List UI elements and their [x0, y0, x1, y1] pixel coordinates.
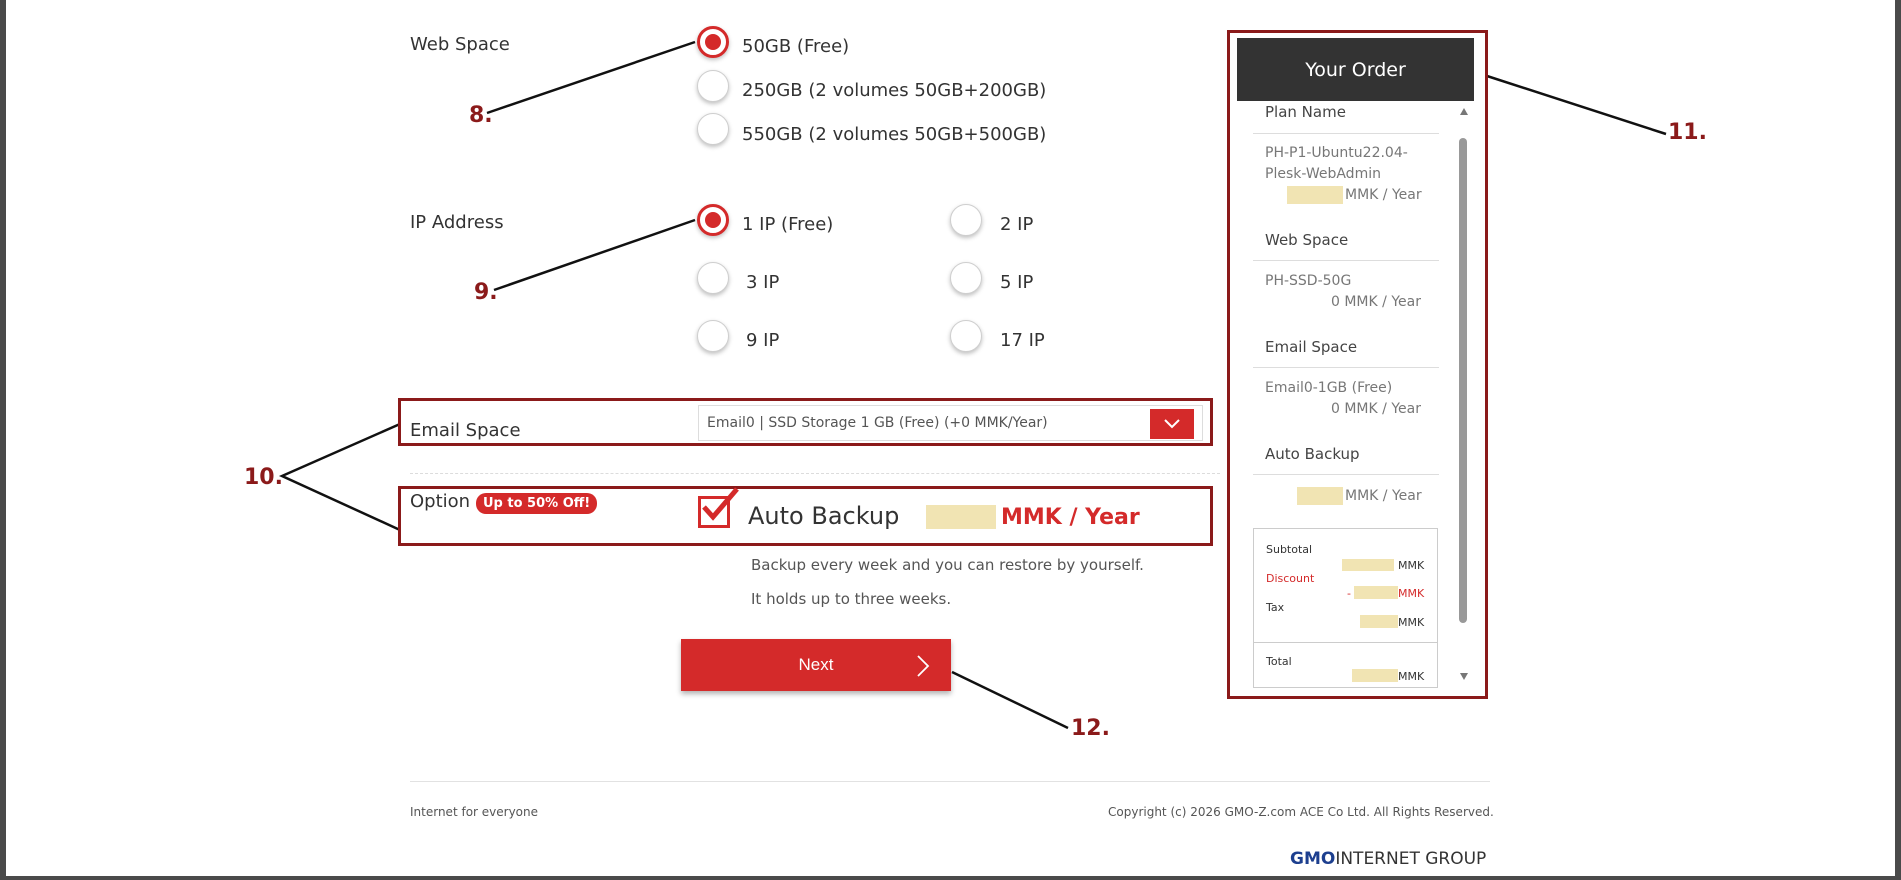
annotation-number: 12.: [1071, 716, 1110, 741]
order-totals-box: Subtotal MMK Discount - MMK Tax MMK Tota…: [1253, 528, 1438, 688]
order-auto-backup-price-redacted: [1297, 487, 1343, 505]
ip-option-label: 1 IP (Free): [742, 214, 834, 235]
order-auto-backup-label: Auto Backup: [1265, 445, 1360, 463]
tax-amount-redacted: [1360, 615, 1398, 628]
annotation-number: 8.: [469, 103, 493, 128]
order-email-space-value: Email0-1GB (Free): [1265, 380, 1393, 396]
order-plan-name-line1: PH-P1-Ubuntu22.04-: [1265, 145, 1408, 161]
discount-amount-redacted: [1354, 586, 1398, 599]
ip-radio-9[interactable]: [697, 320, 729, 352]
order-web-space-value: PH-SSD-50G: [1265, 273, 1352, 289]
auto-backup-retention: It holds up to three weeks.: [751, 590, 952, 608]
discount-label: Discount: [1266, 572, 1315, 585]
email-space-selected-value: Email0 | SSD Storage 1 GB (Free) (+0 MMK…: [707, 415, 1048, 431]
footer-tagline: Internet for everyone: [410, 805, 539, 819]
tax-label: Tax: [1266, 601, 1285, 614]
order-plan-price-redacted: [1287, 186, 1343, 204]
ip-radio-2[interactable]: [950, 204, 982, 236]
footer-copyright: Copyright (c) 2026 GMO-Z.com ACE Co Ltd.…: [1108, 805, 1494, 819]
web-space-option-label: 250GB (2 volumes 50GB+200GB): [742, 80, 1047, 101]
total-unit: MMK: [1398, 670, 1425, 683]
auto-backup-price-unit: MMK / Year: [1001, 505, 1140, 530]
annotation-number: 11.: [1668, 120, 1707, 145]
order-plan-name-line2: Plesk-WebAdmin: [1265, 166, 1381, 182]
total-label: Total: [1266, 655, 1292, 668]
order-auto-backup-price-unit: MMK / Year: [1345, 488, 1422, 504]
gmo-logo-mark: GMO: [1290, 849, 1336, 869]
subtotal-amount-redacted: [1342, 559, 1394, 571]
ip-option-label: 3 IP: [746, 272, 780, 293]
web-space-option-label: 50GB (Free): [742, 36, 850, 57]
ip-option-label: 9 IP: [746, 330, 780, 351]
order-email-space-price: 0 MMK / Year: [1331, 401, 1421, 417]
auto-backup-price-redacted: [926, 505, 996, 529]
ip-radio-1[interactable]: [697, 204, 729, 236]
ip-option-label: 5 IP: [1000, 272, 1034, 293]
web-space-radio-50gb[interactable]: [697, 26, 729, 58]
order-divider: [1253, 474, 1439, 475]
ip-option-label: 2 IP: [1000, 214, 1034, 235]
gmo-logo-text: INTERNET GROUP: [1335, 849, 1487, 869]
discount-badge: Up to 50% Off!: [476, 493, 598, 514]
total-amount-redacted: [1352, 669, 1398, 682]
auto-backup-description: Backup every week and you can restore by…: [751, 556, 1144, 574]
web-space-radio-250gb[interactable]: [697, 70, 729, 102]
ip-option-label: 17 IP: [1000, 330, 1045, 351]
checkmark-icon: [702, 487, 739, 521]
ip-radio-17[interactable]: [950, 320, 982, 352]
order-plan-name-label: Plan Name: [1265, 103, 1346, 121]
order-panel-scroll-thumb[interactable]: [1459, 138, 1467, 623]
gmo-logo: GMOINTERNET GROUP: [1290, 849, 1486, 869]
web-space-label: Web Space: [410, 34, 510, 55]
ip-radio-5[interactable]: [950, 262, 982, 294]
totals-divider: [1254, 642, 1437, 643]
order-divider: [1253, 133, 1439, 134]
ip-address-label: IP Address: [410, 212, 504, 233]
auto-backup-label: Auto Backup: [748, 502, 900, 530]
scroll-up-arrow-icon[interactable]: [1459, 107, 1469, 117]
ip-radio-3[interactable]: [697, 262, 729, 294]
chevron-down-icon[interactable]: [1150, 409, 1194, 439]
order-web-space-price: 0 MMK / Year: [1331, 294, 1421, 310]
annotation-number: 10.: [244, 465, 283, 490]
order-divider: [1253, 260, 1439, 261]
order-plan-price-unit: MMK / Year: [1345, 187, 1422, 203]
web-space-radio-550gb[interactable]: [697, 113, 729, 145]
chevron-right-icon: [917, 655, 930, 677]
email-space-select[interactable]: Email0 | SSD Storage 1 GB (Free) (+0 MMK…: [698, 405, 1203, 441]
scroll-down-arrow-icon[interactable]: [1459, 671, 1469, 681]
discount-prefix: -: [1347, 587, 1351, 600]
footer-divider: [410, 781, 1490, 782]
discount-unit: MMK: [1398, 587, 1425, 600]
order-email-space-label: Email Space: [1265, 338, 1358, 356]
next-button-label: Next: [798, 655, 834, 674]
tax-unit: MMK: [1398, 616, 1425, 629]
subtotal-unit: MMK: [1398, 559, 1425, 572]
order-web-space-label: Web Space: [1265, 231, 1349, 249]
order-divider: [1253, 367, 1439, 368]
option-label: Option: [410, 491, 471, 512]
annotation-number: 9.: [474, 280, 498, 305]
web-space-option-label: 550GB (2 volumes 50GB+500GB): [742, 124, 1047, 145]
email-space-label: Email Space: [410, 420, 521, 441]
order-panel-title: Your Order: [1237, 38, 1474, 101]
next-button[interactable]: Next: [681, 639, 951, 691]
auto-backup-checkbox[interactable]: [698, 487, 739, 528]
subtotal-label: Subtotal: [1266, 543, 1313, 556]
section-divider: [410, 473, 1220, 474]
